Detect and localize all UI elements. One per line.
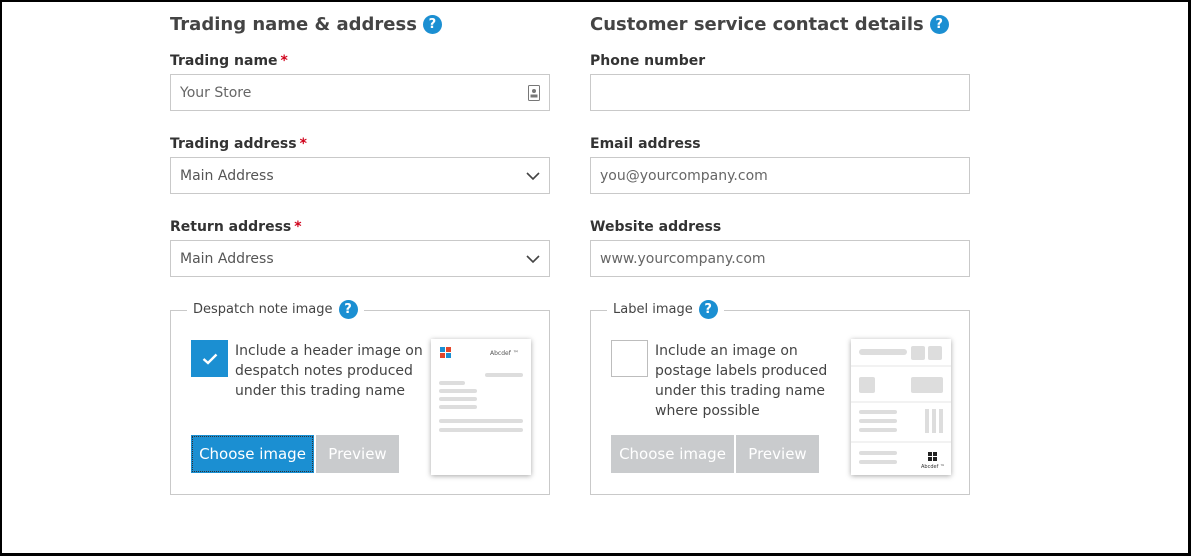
- chevron-down-icon: [526, 254, 540, 263]
- despatch-note-legend-text: Despatch note image: [193, 302, 333, 317]
- website-input[interactable]: www.yourcompany.com: [590, 240, 970, 277]
- despatch-note-thumbnail: Abcdef ™: [431, 339, 531, 475]
- required-marker: *: [280, 53, 288, 69]
- trading-heading-text: Trading name & address: [170, 14, 417, 35]
- despatch-header-checkbox-label[interactable]: Include a header image on despatch notes…: [235, 341, 425, 401]
- trading-name-label: Trading name *: [170, 53, 288, 69]
- website-placeholder: www.yourcompany.com: [600, 250, 766, 267]
- email-input[interactable]: you@yourcompany.com: [590, 157, 970, 194]
- despatch-note-legend: Despatch note image ?: [187, 300, 364, 319]
- despatch-note-illustration: Abcdef ™: [439, 347, 523, 432]
- email-label: Email address: [590, 136, 701, 152]
- label-image-checkbox[interactable]: [611, 340, 648, 377]
- despatch-header-checkbox[interactable]: [191, 340, 228, 377]
- contact-heading: Customer service contact details ?: [590, 14, 949, 35]
- label-image-legend-text: Label image: [613, 302, 693, 317]
- required-marker: *: [299, 136, 307, 152]
- return-address-label-text: Return address: [170, 219, 292, 235]
- trading-address-label: Trading address *: [170, 136, 307, 152]
- contact-card-icon: [528, 84, 540, 101]
- trading-address-select[interactable]: Main Address: [170, 157, 550, 194]
- required-marker: *: [294, 219, 302, 235]
- trading-name-placeholder: Your Store: [180, 84, 252, 101]
- help-icon[interactable]: ?: [929, 15, 949, 34]
- label-image-legend: Label image ?: [607, 300, 724, 319]
- phone-input[interactable]: [590, 74, 970, 111]
- page: Trading name & address ? Trading name * Y…: [2, 2, 1188, 553]
- checkmark-icon: [202, 353, 217, 365]
- return-address-select[interactable]: Main Address: [170, 240, 550, 277]
- thumb-brand-text: Abcdef ™: [921, 464, 945, 470]
- trading-name-input[interactable]: Your Store: [170, 74, 550, 111]
- website-label: Website address: [590, 219, 722, 235]
- label-preview-button[interactable]: Preview: [736, 435, 819, 473]
- email-placeholder: you@yourcompany.com: [600, 167, 768, 184]
- thumb-brand-text: Abcdef ™: [490, 350, 519, 357]
- help-icon[interactable]: ?: [422, 15, 442, 34]
- trading-address-label-text: Trading address: [170, 136, 297, 152]
- despatch-choose-image-button[interactable]: Choose image: [191, 435, 314, 473]
- trading-name-label-text: Trading name: [170, 53, 278, 69]
- trading-heading: Trading name & address ?: [170, 14, 442, 35]
- label-choose-image-button[interactable]: Choose image: [611, 435, 734, 473]
- despatch-note-image-group: Despatch note image ? Include a header i…: [170, 300, 550, 495]
- label-illustration: Abcdef ™: [851, 346, 951, 470]
- despatch-preview-button[interactable]: Preview: [316, 435, 399, 473]
- trading-address-value: Main Address: [180, 167, 274, 184]
- label-image-group: Label image ? Include an image on postag…: [590, 300, 970, 495]
- label-thumbnail: Abcdef ™: [851, 339, 951, 475]
- chevron-down-icon: [526, 171, 540, 180]
- help-icon[interactable]: ?: [338, 300, 358, 319]
- return-address-label: Return address *: [170, 219, 302, 235]
- label-image-checkbox-label[interactable]: Include an image on postage labels produ…: [655, 341, 845, 421]
- phone-label: Phone number: [590, 53, 706, 69]
- return-address-value: Main Address: [180, 250, 274, 267]
- contact-heading-text: Customer service contact details: [590, 14, 924, 35]
- help-icon[interactable]: ?: [698, 300, 718, 319]
